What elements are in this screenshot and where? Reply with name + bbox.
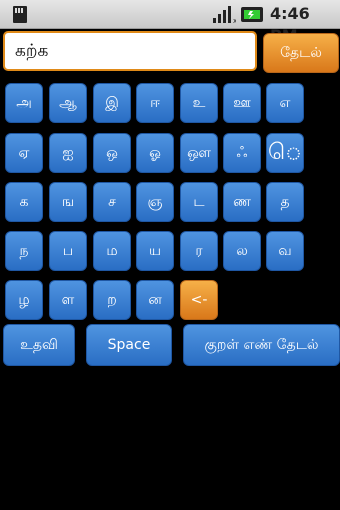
key-tta[interactable]: ட xyxy=(180,182,218,222)
key-ra[interactable]: ர xyxy=(180,231,218,271)
key-oo[interactable]: ஓ xyxy=(136,133,174,173)
key-pa[interactable]: ப xyxy=(49,231,87,271)
svg-text:x: x xyxy=(233,17,236,24)
key-zha[interactable]: ழ xyxy=(5,280,43,320)
status-time: 4:46 PM xyxy=(270,4,310,45)
key-u[interactable]: உ xyxy=(180,83,218,123)
key-nya[interactable]: ஞ xyxy=(136,182,174,222)
key-ai[interactable]: ஐ xyxy=(49,133,87,173)
key-la[interactable]: ல xyxy=(223,231,261,271)
key-au[interactable]: ஔ xyxy=(180,133,218,173)
key-i[interactable]: இ xyxy=(93,83,131,123)
key-nnna[interactable]: ன xyxy=(136,280,174,320)
key-ya[interactable]: ய xyxy=(136,231,174,271)
key-na[interactable]: ந xyxy=(5,231,43,271)
key-pulli[interactable]: ெ xyxy=(266,133,304,173)
key-ka[interactable]: க xyxy=(5,182,43,222)
sd-card-icon xyxy=(13,6,27,23)
key-aa[interactable]: ஆ xyxy=(49,83,87,123)
key-lla[interactable]: ள xyxy=(49,280,87,320)
key-ii[interactable]: ஈ xyxy=(136,83,174,123)
help-button[interactable]: உதவி xyxy=(3,324,75,366)
search-button[interactable]: தேடல் xyxy=(263,33,339,73)
space-button[interactable]: Space xyxy=(86,324,172,366)
status-bar: x 4:46 PM xyxy=(0,0,340,45)
key-o[interactable]: ஒ xyxy=(93,133,131,173)
search-input[interactable]: கற்க xyxy=(3,31,257,71)
key-e[interactable]: எ xyxy=(266,83,304,123)
key-ta[interactable]: த xyxy=(266,182,304,222)
key-ca[interactable]: ச xyxy=(93,182,131,222)
kural-number-search-button[interactable]: குறள் எண் தேடல் xyxy=(183,324,340,366)
key-uu[interactable]: ஊ xyxy=(223,83,261,123)
signal-icon: x xyxy=(213,6,236,24)
battery-icon xyxy=(241,7,263,22)
key-va[interactable]: வ xyxy=(266,231,304,271)
key-ee[interactable]: ஏ xyxy=(5,133,43,173)
key-nga[interactable]: ங xyxy=(49,182,87,222)
key-aytham[interactable]: ஃ xyxy=(223,133,261,173)
backspace-button[interactable]: <- xyxy=(180,280,218,320)
key-a[interactable]: அ xyxy=(5,83,43,123)
key-rra[interactable]: ற xyxy=(93,280,131,320)
key-nna[interactable]: ண xyxy=(223,182,261,222)
key-ma[interactable]: ம xyxy=(93,231,131,271)
